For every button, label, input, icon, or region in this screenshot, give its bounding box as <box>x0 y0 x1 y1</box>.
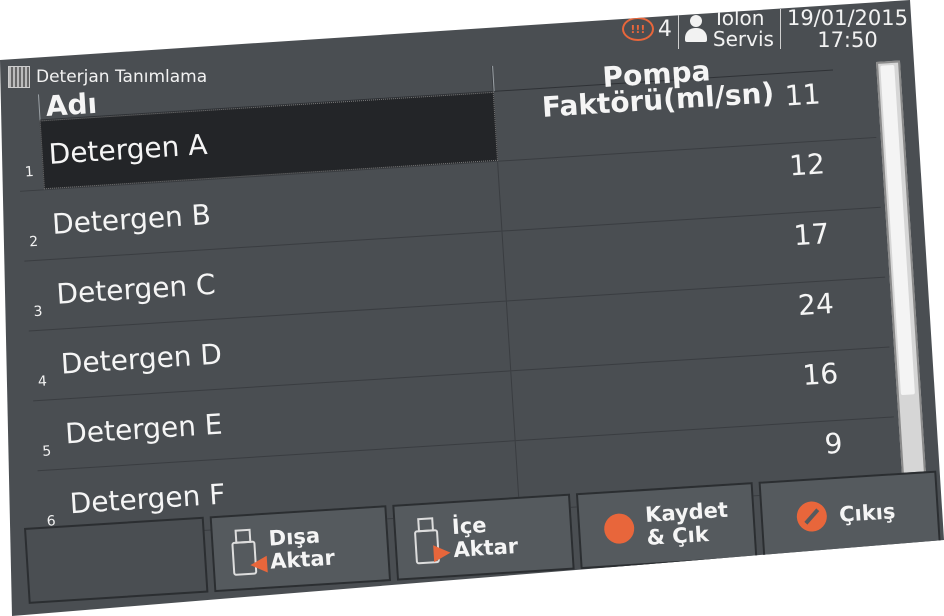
export-button[interactable]: ◀ Dışa Aktar <box>209 505 392 593</box>
status-divider <box>779 9 781 49</box>
usb-import-icon: ▶ <box>413 517 451 565</box>
record-dot-icon <box>603 512 635 545</box>
user-name: Tolon <box>712 6 765 30</box>
status-divider <box>677 9 679 49</box>
exit-button[interactable]: Çıkış <box>758 470 941 558</box>
empty-slot <box>24 516 208 604</box>
detergent-table: Adı Pompa Faktörü(ml/sn) 1 Detergen A 11… <box>14 42 899 542</box>
user-icon <box>684 15 707 43</box>
date-text: 19/01/2015 <box>786 6 908 30</box>
alarm-bubble-icon: !!! <box>621 17 654 41</box>
save-label-line2: & Çık <box>645 522 710 550</box>
device-screen: !!! 4 Tolon Servis 19/01/2015 17:50 Dete… <box>0 0 944 616</box>
import-label-line2: Aktar <box>452 534 519 563</box>
alarm-count: 4 <box>657 16 672 42</box>
exit-label: Çıkış <box>838 498 897 527</box>
alarm-indicator[interactable]: !!! 4 <box>621 16 672 42</box>
export-label-line2: Aktar <box>269 545 336 574</box>
user-info[interactable]: Tolon Servis <box>684 6 774 51</box>
usb-export-icon: ◀ <box>230 528 268 577</box>
page-title-text: Deterjan Tanımlama <box>36 67 208 87</box>
import-button[interactable]: ▶ İçe Aktar <box>392 493 575 581</box>
save-exit-button[interactable]: Kaydet & Çık <box>575 482 758 570</box>
no-entry-icon <box>796 500 829 533</box>
user-role: Servis <box>712 27 774 51</box>
detergent-icon <box>8 66 30 88</box>
